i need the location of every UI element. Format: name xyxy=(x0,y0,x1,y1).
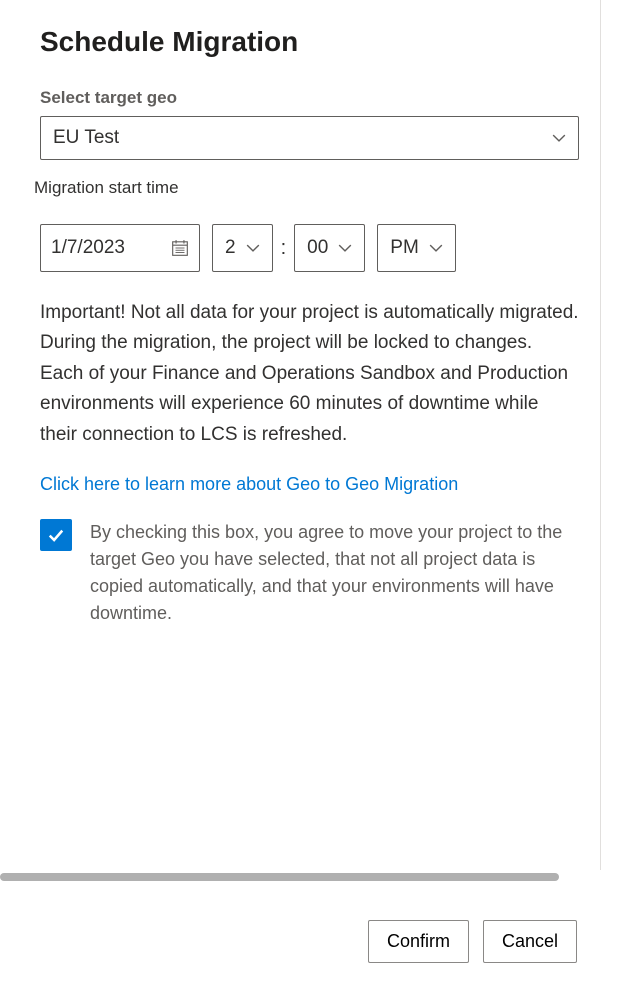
minute-dropdown[interactable]: 00 xyxy=(294,224,365,272)
cancel-button[interactable]: Cancel xyxy=(483,920,577,963)
time-row: 1/7/2023 2 : 00 PM xyxy=(40,224,579,272)
time-colon: : xyxy=(281,237,287,260)
ampm-dropdown[interactable]: PM xyxy=(377,224,456,272)
horizontal-scrollbar[interactable] xyxy=(0,873,559,881)
page-title: Schedule Migration xyxy=(40,26,579,58)
panel-divider xyxy=(600,0,601,870)
schedule-migration-panel: Schedule Migration Select target geo EU … xyxy=(0,0,619,627)
confirm-button[interactable]: Confirm xyxy=(368,920,469,963)
target-geo-dropdown[interactable]: EU Test xyxy=(40,116,579,160)
chevron-down-icon xyxy=(246,241,260,255)
ampm-value: PM xyxy=(390,237,419,259)
target-geo-value: EU Test xyxy=(53,127,119,149)
consent-row: By checking this box, you agree to move … xyxy=(40,519,579,627)
checkmark-icon xyxy=(46,525,66,545)
chevron-down-icon xyxy=(552,131,566,145)
hour-value: 2 xyxy=(225,237,236,259)
minute-value: 00 xyxy=(307,237,328,259)
warning-text: Important! Not all data for your project… xyxy=(40,298,579,450)
start-time-label: Migration start time xyxy=(34,178,579,198)
hour-dropdown[interactable]: 2 xyxy=(212,224,273,272)
learn-more-link[interactable]: Click here to learn more about Geo to Ge… xyxy=(40,474,458,495)
footer-buttons: Confirm Cancel xyxy=(368,920,577,963)
date-input[interactable]: 1/7/2023 xyxy=(40,224,200,272)
date-value: 1/7/2023 xyxy=(51,237,125,259)
consent-checkbox[interactable] xyxy=(40,519,72,551)
consent-text: By checking this box, you agree to move … xyxy=(90,519,579,627)
chevron-down-icon xyxy=(429,241,443,255)
chevron-down-icon xyxy=(338,241,352,255)
target-geo-label: Select target geo xyxy=(40,88,579,108)
calendar-icon xyxy=(171,239,189,257)
